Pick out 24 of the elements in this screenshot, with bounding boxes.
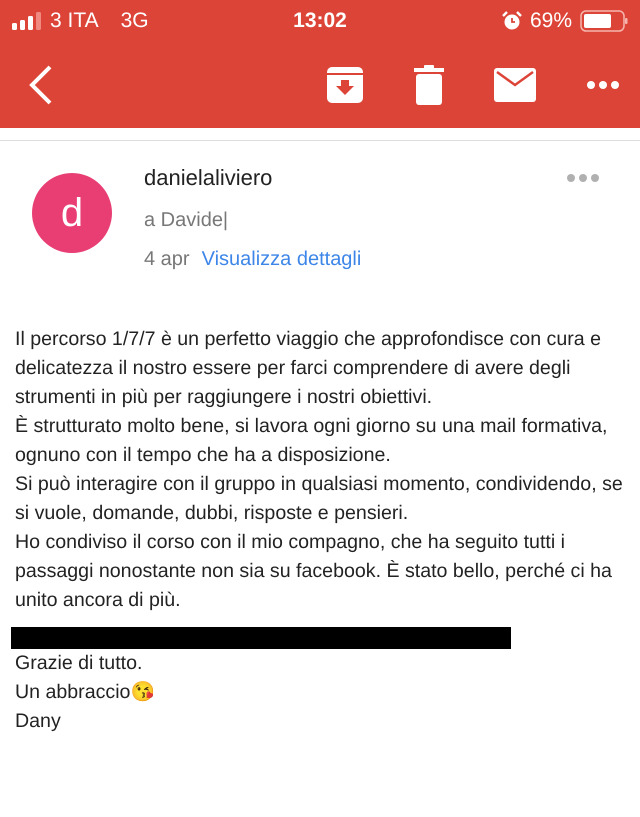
- recipient-text: a Davide|: [144, 209, 230, 232]
- clock-time: 13:02: [293, 9, 347, 33]
- back-button[interactable]: [28, 65, 54, 105]
- closing-line: Un abbraccio😘: [15, 680, 156, 705]
- closing-line: Grazie di tutto.: [15, 651, 144, 676]
- body-paragraph: Il percorso 1/7/7 è un perfetto viaggio che approfondisce con cura e delicatezza il nostro essere per farci comprendere di avere degli strumenti in più per raggiungere i nostri obiettivi.: [15, 327, 602, 410]
- carrier-name: 3 ITA: [50, 9, 99, 33]
- signal-icon: [12, 12, 42, 30]
- body-paragraph: Ho condiviso il corso con il mio compagno, che ha seguito tutti i passaggi nonostante non sia su facebook. È stato bello, perché ci ha unito ancora di più.: [15, 530, 613, 613]
- archive-button[interactable]: [326, 66, 364, 104]
- details-link[interactable]: Visualizza dettagli: [202, 248, 362, 271]
- closing-line: Dany: [15, 709, 62, 734]
- body-paragraph: Si può interagire con il gruppo in qualsiasi momento, condividendo, se si vuole, domande, dubbi, risposte e pensieri.: [15, 472, 624, 526]
- message-date: 4 apr: [144, 248, 190, 271]
- battery-icon: [580, 10, 628, 32]
- mail-button[interactable]: [494, 68, 536, 102]
- more-button[interactable]: [586, 80, 620, 90]
- network-type: 3G: [120, 9, 149, 33]
- trash-button[interactable]: [414, 65, 444, 105]
- alarm-icon: [502, 11, 522, 31]
- sender-avatar: d: [32, 173, 112, 253]
- body-paragraph: È strutturato molto bene, si lavora ogni giorno su una mail formativa, ognuno con il tempo che ha a disposizione.: [15, 414, 608, 468]
- battery-percent: 69%: [530, 9, 572, 33]
- sender-name: danielaliviero: [144, 165, 274, 191]
